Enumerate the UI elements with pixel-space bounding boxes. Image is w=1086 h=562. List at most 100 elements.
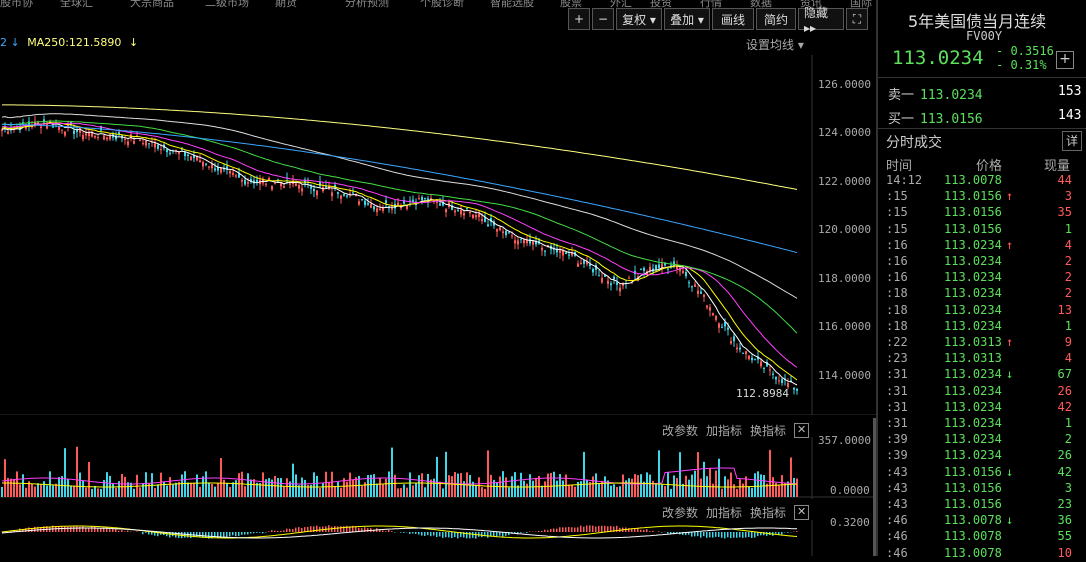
candle-body [316, 191, 318, 196]
macd-bar [238, 532, 240, 536]
candle-body [544, 251, 546, 252]
macd-bar [751, 532, 753, 538]
simple-mode-button[interactable]: 简约 [756, 8, 796, 30]
nav-item[interactable]: 大宗商品 [130, 0, 174, 8]
tick-volume: 35 [1058, 205, 1072, 219]
tick-time: :43 [886, 481, 908, 495]
nav-item[interactable]: 股市协 [0, 0, 33, 8]
candle-body [52, 127, 54, 128]
candle-body [472, 214, 474, 217]
volume-bar [796, 479, 798, 497]
macd-bar [718, 532, 720, 537]
tick-time: :16 [886, 270, 908, 284]
tick-time: :16 [886, 254, 908, 268]
overlay-dropdown[interactable]: 叠加 ▾ [664, 8, 710, 30]
nav-item[interactable]: 二级市场 [205, 0, 249, 8]
kline-chart-area[interactable]: 股市协 全球汇 大宗商品 二级市场 期货 分析预测 个股诊断 智能选股 股票 外… [0, 0, 876, 556]
macd-bar [652, 531, 654, 532]
volume-bar [739, 479, 741, 497]
price-panel[interactable] [0, 55, 876, 415]
set-ma-dropdown[interactable]: 设置均线 ▾ [746, 36, 804, 53]
macd-bar [73, 526, 75, 532]
up-arrow-icon: ↑ [1006, 189, 1013, 203]
draw-line-button[interactable]: 画线 [712, 8, 754, 30]
nav-item[interactable]: 智能选股 [490, 0, 534, 8]
volume-bar [244, 486, 246, 497]
ticks-detail-button[interactable]: 详 [1062, 131, 1082, 151]
candle-body [340, 195, 342, 198]
tick-price: 113.0156 [944, 465, 1002, 479]
volume-bar [355, 477, 357, 497]
close-icon[interactable]: ✕ [794, 505, 809, 520]
zoom-in-button[interactable]: + [568, 8, 590, 30]
macd-bar [271, 530, 273, 532]
volume-bar [166, 486, 168, 497]
macd-bar [565, 527, 567, 532]
nav-item[interactable]: 期货 [275, 0, 297, 8]
candle-body [541, 248, 543, 251]
candle-body [673, 261, 675, 264]
tick-row: :43113.015623 [878, 497, 1086, 513]
volume-bar [415, 483, 417, 497]
candle-body [430, 198, 432, 199]
tick-row: :15113.015635 [878, 205, 1086, 221]
ma-legend: 2 ↓ MA250:121.5890 ↓ [0, 36, 138, 49]
hide-panel-button[interactable]: 隐藏 ▸▸ [798, 8, 844, 30]
volume-bar [142, 483, 144, 497]
nav-item[interactable]: 投资 [650, 0, 672, 8]
macd-bar [97, 528, 99, 532]
volume-bar [340, 488, 342, 497]
macd-bar [400, 532, 402, 533]
candle-body [703, 295, 705, 297]
macd-bar [553, 529, 555, 532]
change-params-button[interactable]: 改参数 [662, 504, 698, 521]
nav-item[interactable]: 股票 [560, 0, 582, 8]
tick-volume: 67 [1058, 367, 1072, 381]
nav-item[interactable]: 分析预测 [345, 0, 389, 8]
volume-bar [469, 475, 471, 497]
nav-item[interactable]: 数据 [750, 0, 772, 8]
y-tick-label: 118.0000 [818, 272, 871, 285]
volume-bar [580, 481, 582, 497]
candle-body [613, 277, 615, 279]
zoom-out-button[interactable]: − [592, 8, 614, 30]
tick-price: 113.0313 [944, 335, 1002, 349]
tick-volume: 1 [1065, 319, 1072, 333]
add-indicator-button[interactable]: 加指标 [706, 504, 742, 521]
volume-bar [481, 487, 483, 497]
macd-bar [691, 532, 693, 537]
volume-bar [184, 471, 186, 497]
volume-bar [583, 452, 585, 497]
tick-volume: 9 [1065, 335, 1072, 349]
tick-volume: 44 [1058, 173, 1072, 187]
macd-bar [277, 531, 279, 532]
add-watchlist-button[interactable]: + [1056, 51, 1074, 69]
volume-bar [97, 488, 99, 497]
volume-panel[interactable] [0, 437, 876, 499]
volume-bar [442, 488, 444, 497]
nav-item[interactable]: 全球汇 [60, 0, 93, 8]
close-icon[interactable]: ✕ [794, 423, 809, 438]
fuquan-dropdown[interactable]: 复权 ▾ [616, 8, 662, 30]
switch-indicator-button[interactable]: 换指标 [750, 504, 786, 521]
volume-bar [163, 482, 165, 497]
nav-item[interactable]: 行情 [700, 0, 722, 8]
macd-bar [244, 532, 246, 535]
macd-bar [301, 528, 303, 532]
nav-item[interactable]: 外汇 [610, 0, 632, 8]
volume-bar [34, 487, 36, 497]
macd-bar [643, 530, 645, 532]
tick-row: 14:12113.007844 [878, 173, 1086, 189]
candle-body [712, 313, 714, 315]
candle-body [508, 232, 510, 233]
nav-item[interactable]: 国际 [850, 0, 872, 8]
volume-bar [226, 484, 228, 497]
tick-time: :46 [886, 513, 908, 527]
candle-body [61, 130, 63, 131]
macd-panel[interactable] [0, 520, 876, 556]
fullscreen-icon[interactable]: ⛶ [846, 8, 868, 30]
candle-body [559, 250, 561, 253]
nav-item[interactable]: 个股诊断 [420, 0, 464, 8]
candle-body [511, 235, 513, 236]
macd-bar [538, 531, 540, 532]
